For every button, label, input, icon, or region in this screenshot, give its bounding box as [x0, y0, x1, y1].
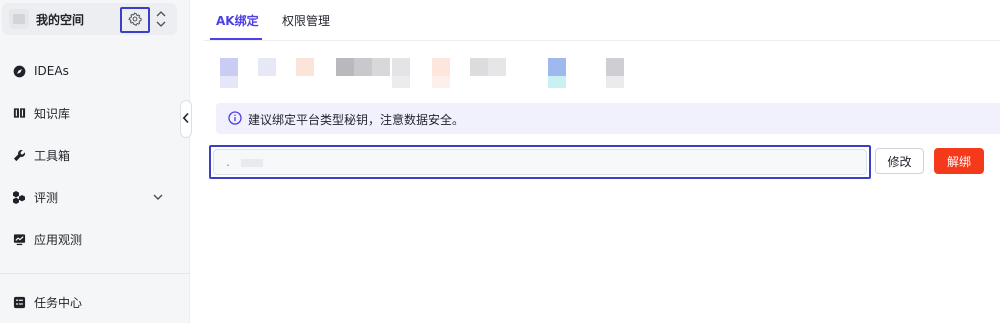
main-content: AK绑定 权限管理 建议绑定平台类型秘钥，注意数据安全。 修改 解绑 — [204, 0, 1000, 323]
blurred-platform-logo — [372, 58, 390, 76]
tab-ak-binding[interactable]: AK绑定 — [216, 12, 259, 29]
blurred-platform-logo — [488, 58, 506, 76]
space-avatar — [9, 9, 29, 29]
blurred-platform-logo — [606, 76, 624, 88]
sidebar-item-label: IDEAs — [34, 64, 69, 78]
space-settings-button[interactable] — [120, 7, 150, 33]
unbind-button[interactable]: 解绑 — [934, 148, 984, 174]
blurred-platform-logo — [336, 58, 354, 76]
blurred-platform-logo — [354, 58, 372, 76]
wrench-icon — [12, 148, 26, 162]
tab-permission-management[interactable]: 权限管理 — [282, 12, 330, 29]
monitor-chart-icon — [12, 232, 26, 246]
notice-text: 建议绑定平台类型秘钥，注意数据安全。 — [248, 113, 465, 127]
blurred-platform-logo — [296, 58, 314, 76]
info-icon — [228, 111, 242, 125]
gear-icon — [128, 11, 142, 29]
book-icon — [12, 106, 26, 120]
sidebar-item-label: 应用观测 — [34, 232, 83, 247]
sidebar-item-evaluation[interactable]: 评测 — [0, 180, 190, 214]
compass-icon — [12, 64, 26, 78]
sidebar-item-task-center[interactable]: 任务中心 — [0, 285, 190, 319]
sidebar: 我的空间 IDEAs 知识库 工具箱 评测 应用观测 任务中心 — [0, 0, 190, 323]
blurred-platform-logo — [432, 76, 450, 88]
blurred-platform-logo — [392, 76, 410, 88]
sidebar-item-app-observability[interactable]: 应用观测 — [0, 222, 190, 256]
cubes-icon — [12, 190, 26, 204]
blurred-platform-logo — [392, 58, 410, 76]
sidebar-item-toolbox[interactable]: 工具箱 — [0, 138, 190, 172]
space-name: 我的空间 — [36, 13, 85, 27]
tab-bar: AK绑定 权限管理 — [204, 0, 1000, 41]
security-notice: 建议绑定平台类型秘钥，注意数据安全。 — [216, 103, 1000, 134]
blurred-platform-logo — [470, 58, 488, 76]
blurred-platform-logo — [548, 76, 566, 88]
ak-input-highlight — [209, 145, 871, 179]
sidebar-item-label: 评测 — [34, 190, 59, 205]
sidebar-collapse-toggle[interactable] — [180, 100, 192, 138]
task-list-icon — [12, 295, 26, 309]
blurred-platform-logo — [220, 58, 238, 76]
blurred-platform-logo — [606, 58, 624, 76]
space-switcher[interactable]: 我的空间 — [2, 3, 177, 35]
divider — [0, 273, 190, 274]
edit-button[interactable]: 修改 — [875, 148, 924, 174]
blurred-platform-logo — [548, 58, 566, 76]
sidebar-item-knowledge-base[interactable]: 知识库 — [0, 96, 190, 130]
blurred-platform-logo — [258, 58, 276, 76]
blurred-platform-logo — [432, 58, 450, 76]
chevron-left-icon — [182, 112, 190, 127]
sidebar-item-label: 任务中心 — [34, 295, 83, 310]
active-tab-indicator — [210, 38, 262, 40]
chevron-down-icon[interactable] — [152, 191, 164, 203]
chevron-up-down-icon[interactable] — [154, 9, 168, 29]
sidebar-item-label: 知识库 — [34, 106, 71, 121]
blurred-platform-logo — [220, 76, 238, 88]
ak-input[interactable] — [213, 149, 867, 175]
sidebar-item-label: 工具箱 — [34, 148, 71, 163]
masked-ak-value — [241, 159, 263, 167]
sidebar-item-ideas[interactable]: IDEAs — [0, 54, 190, 88]
